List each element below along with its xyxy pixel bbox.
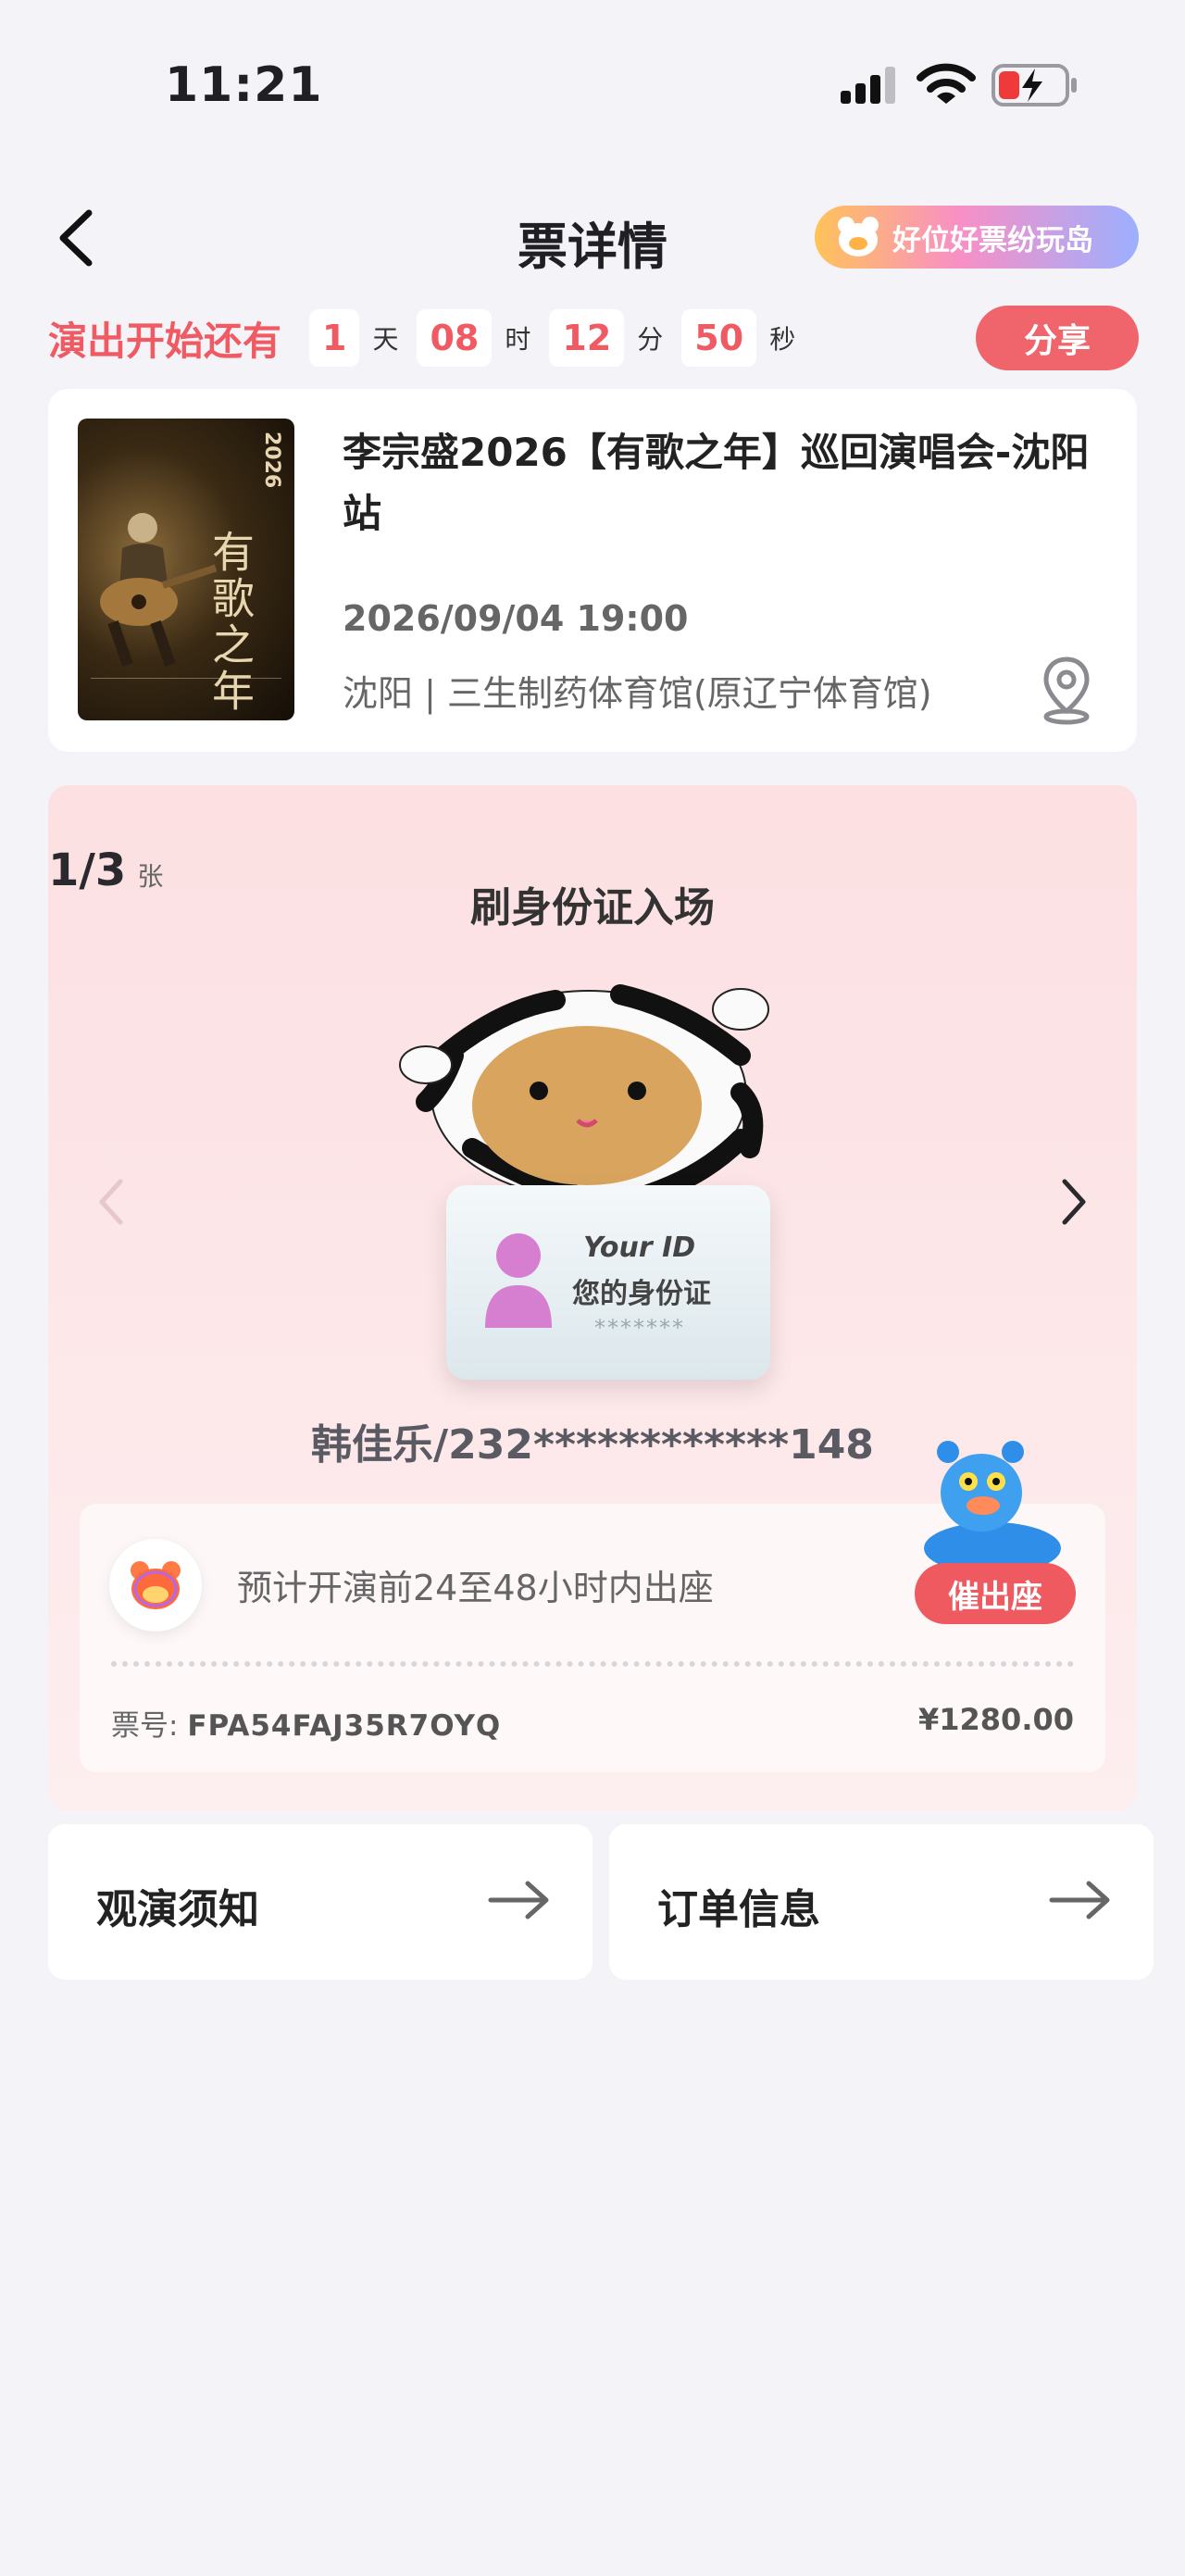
status-time: 11:21 xyxy=(165,57,323,113)
ticket-number-value: FPA54FAJ35R7OYQ xyxy=(187,1709,502,1743)
event-card[interactable]: 2026 有歌之年 李宗盛2026【有歌之年】巡回演唱会-沈阳站 2026/09… xyxy=(48,389,1137,752)
arrow-right-icon xyxy=(1049,1881,1110,1919)
id-card-mask: ******* xyxy=(594,1315,685,1341)
event-poster[interactable]: 2026 有歌之年 xyxy=(78,419,294,720)
viewing-notice-button[interactable]: 观演须知 xyxy=(48,1824,592,1980)
battery-icon xyxy=(992,64,1077,106)
event-venue: 沈阳 | 三生制药体育馆(原辽宁体育馆) xyxy=(343,673,932,714)
countdown: 演出开始还有 1 天 08 时 12 分 50 秒 xyxy=(48,306,814,370)
promo-text: 好位好票纷玩岛 xyxy=(892,223,1093,257)
order-info-label: 订单信息 xyxy=(657,1886,820,1933)
share-button[interactable]: 分享 xyxy=(976,306,1139,370)
bear-logo-icon xyxy=(131,1561,181,1609)
next-ticket-arrow-icon[interactable] xyxy=(1055,1174,1092,1230)
person-avatar-icon xyxy=(485,1233,552,1328)
countdown-seconds: 50 xyxy=(681,309,757,367)
poster-footer xyxy=(91,678,281,711)
countdown-days-unit: 天 xyxy=(372,324,399,355)
id-card-line1: Your ID xyxy=(583,1232,696,1264)
id-card-line2: 您的身份证 xyxy=(572,1278,711,1310)
countdown-days: 1 xyxy=(309,309,360,367)
blue-panther-mascot-illustration xyxy=(924,1441,1061,1574)
arrow-right-icon xyxy=(488,1881,549,1919)
event-title[interactable]: 李宗盛2026【有歌之年】巡回演唱会-沈阳站 xyxy=(343,422,1111,544)
dotted-divider xyxy=(111,1661,1074,1667)
seat-allocation-note: 预计开演前24至48小时内出座 xyxy=(237,1568,714,1608)
countdown-seconds-unit: 秒 xyxy=(769,324,796,355)
countdown-minutes-unit: 分 xyxy=(637,324,664,355)
countdown-label: 演出开始还有 xyxy=(48,318,282,364)
ticket-price: ¥1280.00 xyxy=(917,1702,1074,1737)
status-bar: 11:21 xyxy=(0,0,1185,139)
app-bear-badge xyxy=(109,1539,202,1632)
bear-logo-icon xyxy=(838,217,879,256)
viewing-notice-label: 观演须知 xyxy=(96,1886,259,1933)
ticket-number: 票号: FPA54FAJ35R7OYQ xyxy=(111,1702,501,1744)
order-info-button[interactable]: 订单信息 xyxy=(609,1824,1154,1980)
ticket-number-label: 票号: xyxy=(111,1709,179,1743)
countdown-hours-unit: 时 xyxy=(505,324,531,355)
wifi-icon xyxy=(917,63,976,104)
urge-seat-button[interactable]: 催出座 xyxy=(915,1563,1076,1624)
location-pin-icon[interactable] xyxy=(1029,652,1104,726)
id-card-illustration: Your ID 您的身份证 ******* xyxy=(446,1185,770,1380)
promo-badge[interactable]: 好位好票纷玩岛 xyxy=(815,206,1139,269)
countdown-minutes: 12 xyxy=(549,309,625,367)
event-datetime: 2026/09/04 19:00 xyxy=(343,598,689,639)
entry-method: 刷身份证入场 xyxy=(470,884,715,932)
countdown-hours: 08 xyxy=(417,309,493,367)
signal-icon xyxy=(841,67,895,104)
poster-year: 2026 xyxy=(260,431,283,489)
prev-ticket-arrow-icon[interactable] xyxy=(93,1174,130,1230)
